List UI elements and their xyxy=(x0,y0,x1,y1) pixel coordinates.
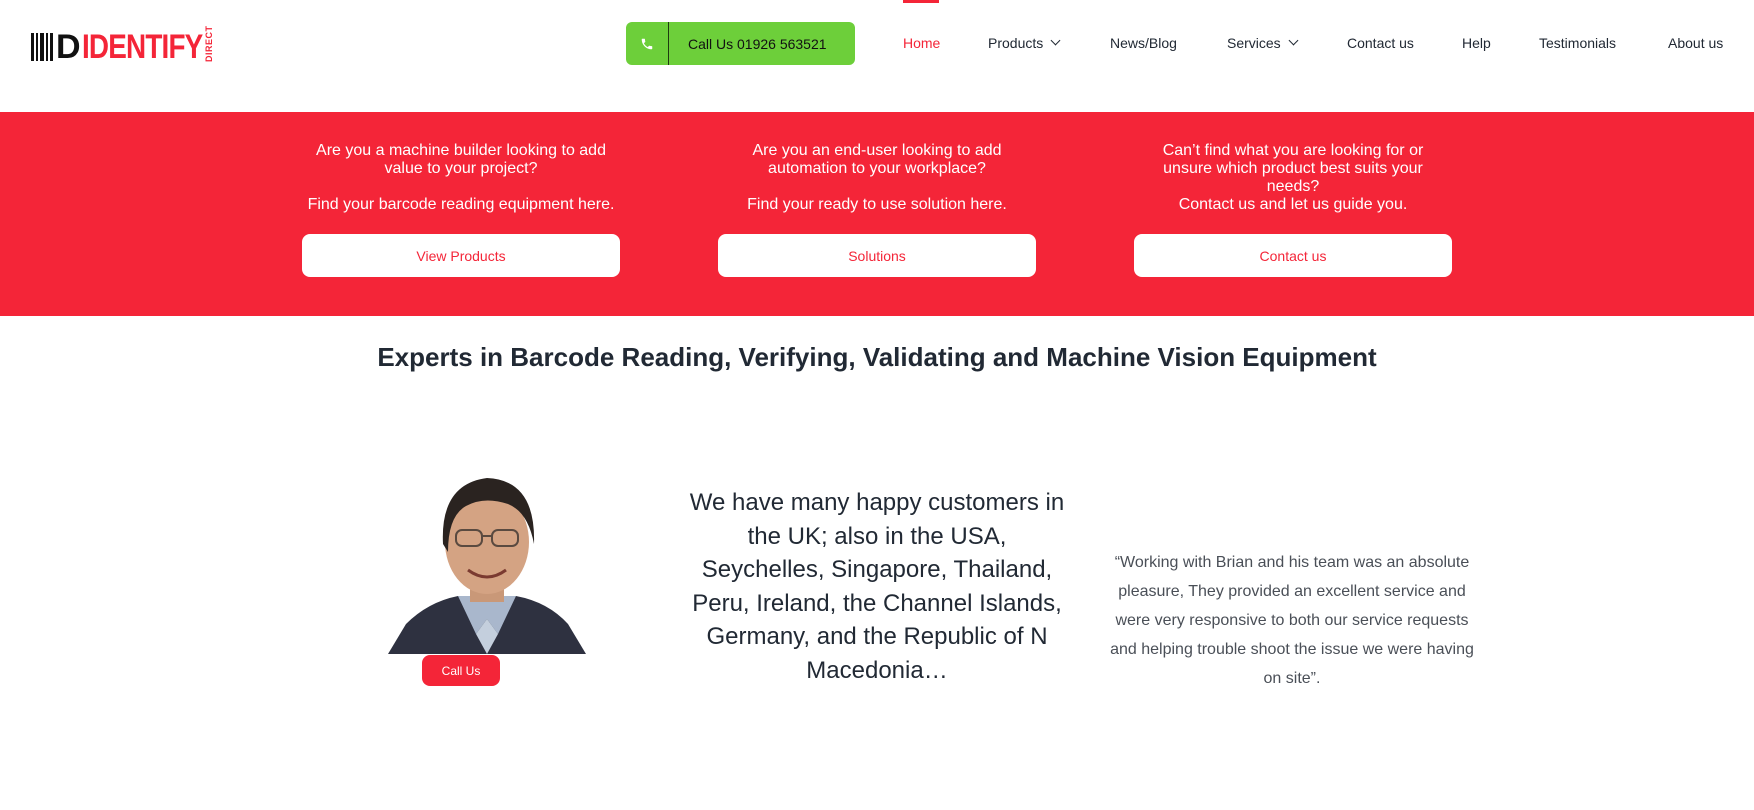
phone-icon xyxy=(626,22,669,65)
cta-machine-builder: Are you a machine builder looking to add… xyxy=(302,142,620,277)
nav-news-blog[interactable]: News/Blog xyxy=(1110,35,1177,51)
cta-statement: Find your barcode reading equipment here… xyxy=(307,196,615,213)
cta-band: Are you a machine builder looking to add… xyxy=(0,112,1754,316)
nav-home[interactable]: Home xyxy=(903,35,940,51)
solutions-button[interactable]: Solutions xyxy=(718,234,1036,277)
view-products-button[interactable]: View Products xyxy=(302,234,620,277)
cta-guidance: Can’t find what you are looking for or u… xyxy=(1134,142,1452,277)
site-logo[interactable]: D IDENTIFY DIRECT xyxy=(31,25,215,66)
cta-question: Can’t find what you are looking for or u… xyxy=(1162,142,1424,195)
nav-about-us[interactable]: About us xyxy=(1668,35,1723,51)
nav-contact-us[interactable]: Contact us xyxy=(1347,35,1414,51)
cta-statement: Contact us and let us guide you. xyxy=(1178,196,1408,213)
cta-question: Are you a machine builder looking to add… xyxy=(316,142,606,177)
site-header: D IDENTIFY DIRECT Call Us 01926 563521 H… xyxy=(0,0,1754,112)
call-us-button[interactable]: Call Us xyxy=(422,655,500,686)
cta-end-user: Are you an end-user looking to add autom… xyxy=(718,142,1036,277)
nav-help[interactable]: Help xyxy=(1462,35,1491,51)
chevron-down-icon xyxy=(1288,35,1299,46)
customers-statement: We have many happy customers in the UK; … xyxy=(689,489,1065,684)
call-us-header-button[interactable]: Call Us 01926 563521 xyxy=(626,22,855,65)
logo-prefix: D xyxy=(56,28,81,66)
cta-question: Are you an end-user looking to add autom… xyxy=(752,142,1002,177)
logo-subtitle: DIRECT xyxy=(204,25,215,63)
contact-us-button[interactable]: Contact us xyxy=(1134,234,1452,277)
logo-name: IDENTIFY xyxy=(81,28,203,66)
nav-products[interactable]: Products xyxy=(988,35,1061,51)
chevron-down-icon xyxy=(1050,35,1061,46)
nav-testimonials[interactable]: Testimonials xyxy=(1539,35,1616,51)
barcode-logo-icon xyxy=(31,33,53,61)
nav-services[interactable]: Services xyxy=(1227,35,1299,51)
testimonial-quote: “Working with Brian and his team was an … xyxy=(1110,554,1474,687)
call-us-header-label: Call Us 01926 563521 xyxy=(688,35,827,52)
page-headline: Experts in Barcode Reading, Verifying, V… xyxy=(377,342,1377,372)
staff-photo xyxy=(388,474,586,654)
cta-statement: Find your ready to use solution here. xyxy=(747,196,1007,213)
active-nav-indicator xyxy=(903,0,939,3)
